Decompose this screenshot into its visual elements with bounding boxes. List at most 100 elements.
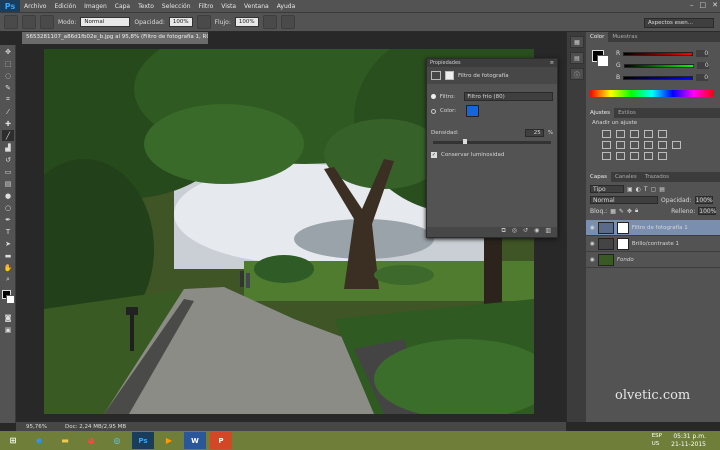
- trash-icon[interactable]: ▥: [545, 227, 551, 237]
- airbrush-icon[interactable]: [262, 15, 277, 29]
- menu-archivo[interactable]: Archivo: [20, 3, 50, 10]
- filter-select[interactable]: Filtro frío (80): [464, 92, 553, 101]
- minimize-icon[interactable]: –: [690, 1, 694, 9]
- r-slider[interactable]: [623, 51, 694, 56]
- bg-color-swatch[interactable]: [597, 55, 609, 67]
- layer-row[interactable]: ◉ Filtro de fotografía 1: [586, 220, 720, 236]
- color-radio[interactable]: [431, 108, 436, 114]
- threshold-icon[interactable]: [630, 152, 639, 160]
- tab-ajustes[interactable]: Ajustes: [586, 108, 615, 118]
- filter-color-swatch[interactable]: [466, 105, 479, 117]
- maximize-icon[interactable]: □: [700, 1, 707, 9]
- marquee-tool-icon[interactable]: ⬚: [2, 58, 14, 69]
- close-icon[interactable]: ✕: [712, 1, 718, 9]
- adjustment-icon[interactable]: [431, 71, 441, 80]
- screen-mode-icon[interactable]: ▣: [2, 324, 14, 335]
- menu-vista[interactable]: Vista: [217, 3, 240, 10]
- menu-imagen[interactable]: Imagen: [80, 3, 111, 10]
- levels-icon[interactable]: [616, 130, 625, 138]
- eye-icon[interactable]: ◉: [590, 241, 595, 247]
- layer-kind-filter[interactable]: Tipo: [590, 185, 624, 193]
- tab-muestras[interactable]: Muestras: [608, 32, 641, 42]
- invert-icon[interactable]: [602, 152, 611, 160]
- teamviewer-icon[interactable]: ◎: [106, 432, 128, 449]
- lock-paint-icon[interactable]: ✎: [619, 208, 624, 215]
- healing-tool-icon[interactable]: ✚: [2, 118, 14, 129]
- info-panel-icon[interactable]: ⓘ: [570, 68, 584, 80]
- history-brush-tool-icon[interactable]: ↺: [2, 154, 14, 165]
- view-previous-icon[interactable]: ◎: [512, 227, 517, 237]
- density-slider[interactable]: [433, 139, 551, 144]
- bw-icon[interactable]: [630, 141, 639, 149]
- brush-preset-icon[interactable]: [4, 15, 18, 29]
- lock-move-icon[interactable]: ✥: [627, 208, 632, 215]
- exposure-icon[interactable]: [644, 130, 653, 138]
- shape-tool-icon[interactable]: ▬: [2, 250, 14, 261]
- filter-adjust-icon[interactable]: ◐: [636, 186, 641, 193]
- layer-mask-thumb[interactable]: [616, 221, 629, 234]
- lasso-tool-icon[interactable]: ◌: [2, 70, 14, 81]
- tab-estilos[interactable]: Estilos: [614, 108, 640, 118]
- mode-select[interactable]: Normal: [80, 17, 131, 27]
- color-ramp[interactable]: [590, 90, 714, 97]
- eraser-tool-icon[interactable]: ▭: [2, 166, 14, 177]
- menu-seleccion[interactable]: Selección: [158, 3, 195, 10]
- blend-mode-select[interactable]: Normal: [590, 196, 658, 204]
- zoom-tool-icon[interactable]: ⌕: [2, 274, 14, 285]
- filter-image-icon[interactable]: ▣: [627, 186, 633, 193]
- quick-select-tool-icon[interactable]: ✎: [2, 82, 14, 93]
- eye-icon[interactable]: ◉: [590, 257, 595, 263]
- menu-capa[interactable]: Capa: [111, 3, 134, 10]
- selective-color-icon[interactable]: [658, 152, 667, 160]
- menu-texto[interactable]: Texto: [134, 3, 158, 10]
- hue-icon[interactable]: [602, 141, 611, 149]
- filter-type-icon[interactable]: T: [644, 186, 648, 193]
- background-color-swatch[interactable]: [6, 295, 15, 304]
- menu-ayuda[interactable]: Ayuda: [273, 3, 300, 10]
- fill-input[interactable]: 100%: [698, 207, 716, 215]
- type-tool-icon[interactable]: T: [2, 226, 14, 237]
- blur-tool-icon[interactable]: ●: [2, 190, 14, 201]
- menu-edicion[interactable]: Edición: [50, 3, 80, 10]
- reset-icon[interactable]: ↺: [523, 227, 528, 237]
- b-slider[interactable]: [623, 75, 694, 80]
- menu-ventana[interactable]: Ventana: [240, 3, 273, 10]
- brightness-icon[interactable]: [602, 130, 611, 138]
- brush-size-icon[interactable]: [22, 15, 36, 29]
- g-value[interactable]: 0: [696, 62, 709, 69]
- workspace-select[interactable]: Aspectos esen...: [644, 18, 714, 28]
- chrome-icon[interactable]: ◕: [80, 432, 102, 449]
- pen-tool-icon[interactable]: ✒: [2, 214, 14, 225]
- channel-mixer-icon[interactable]: [658, 141, 667, 149]
- posterize-icon[interactable]: [616, 152, 625, 160]
- gradient-tool-icon[interactable]: ▤: [2, 178, 14, 189]
- brush-tool-icon[interactable]: ╱: [2, 130, 14, 141]
- ie-icon[interactable]: e: [28, 432, 50, 449]
- tab-color[interactable]: Color: [586, 32, 609, 42]
- tab-capas[interactable]: Capas: [586, 172, 611, 182]
- history-panel-icon[interactable]: ▦: [570, 36, 584, 48]
- curves-icon[interactable]: [630, 130, 639, 138]
- doc-info[interactable]: Doc: 2,24 MB/2,95 MB: [65, 424, 126, 430]
- layer-opacity-input[interactable]: 100%: [694, 196, 713, 204]
- zoom-level[interactable]: 95,76%: [26, 424, 47, 430]
- tab-trazados[interactable]: Trazados: [641, 172, 673, 182]
- photo-filter-icon[interactable]: [644, 141, 653, 149]
- language-indicator[interactable]: ESP US: [652, 433, 662, 448]
- menu-filtro[interactable]: Filtro: [195, 3, 218, 10]
- media-player-icon[interactable]: ▶: [158, 432, 180, 449]
- flow-input[interactable]: 100%: [234, 17, 259, 27]
- opacity-input[interactable]: 100%: [168, 17, 193, 27]
- layer-row[interactable]: ◉ Fondo: [586, 252, 720, 268]
- quick-mask-icon[interactable]: ◙: [2, 312, 14, 323]
- density-slider-thumb[interactable]: [462, 139, 467, 144]
- preserve-checkbox[interactable]: ✓: [431, 152, 437, 158]
- vibrance-icon[interactable]: [658, 130, 667, 138]
- pressure-opacity-icon[interactable]: [196, 15, 211, 29]
- windows-start-icon[interactable]: ⊞: [2, 432, 24, 449]
- powerpoint-icon[interactable]: P: [210, 432, 232, 449]
- color-swatches[interactable]: [0, 289, 15, 311]
- tab-canales[interactable]: Canales: [611, 172, 641, 182]
- lock-all-icon[interactable]: 🔒︎: [635, 207, 638, 215]
- brush-panel-icon[interactable]: [40, 15, 54, 29]
